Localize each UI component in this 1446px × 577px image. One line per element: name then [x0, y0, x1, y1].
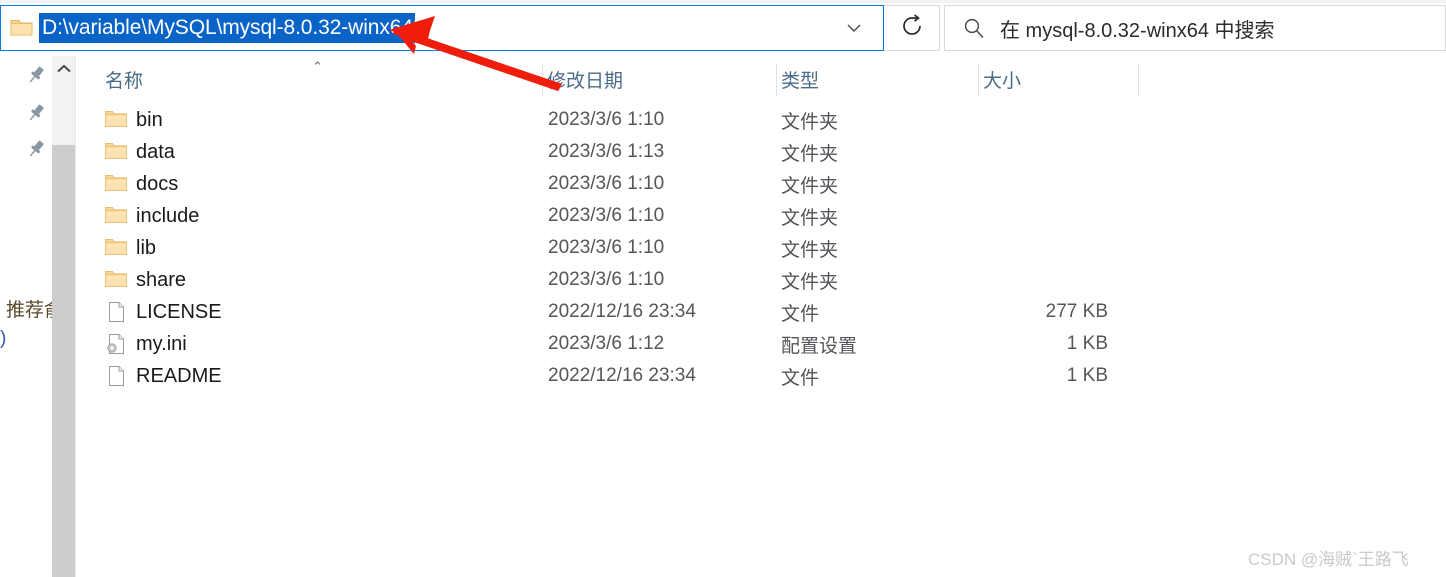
address-bar[interactable]: D:\variable\MySQL\mysql-8.0.32-winx64 — [0, 5, 884, 51]
table-row[interactable]: lib 2023/3/6 1:10 文件夹 — [76, 232, 1446, 264]
file-size-cell — [926, 232, 1108, 264]
file-size-cell — [926, 136, 1108, 168]
file-type-cell: 配置设置 — [781, 335, 858, 357]
watermark-text: CSDN @海贼`王路飞 — [1248, 550, 1409, 569]
folder-icon — [105, 205, 127, 227]
file-icon — [105, 301, 127, 323]
navigation-scrollbar[interactable] — [52, 56, 75, 577]
search-placeholder-text: 在 mysql-8.0.32-winx64 中搜索 — [1000, 19, 1275, 42]
toolbar-divider — [0, 0, 1446, 3]
table-row[interactable]: data 2023/3/6 1:13 文件夹 — [76, 136, 1446, 168]
file-name-cell[interactable]: bin — [136, 104, 163, 136]
folder-icon — [105, 237, 127, 259]
file-name-cell[interactable]: include — [136, 200, 199, 232]
file-size-cell — [926, 104, 1108, 136]
file-type-cell: 文件 — [781, 367, 820, 389]
scrollbar-thumb[interactable] — [52, 145, 75, 577]
table-row[interactable]: README 2022/12/16 23:34 文件 1 KB — [76, 360, 1446, 392]
navigation-pane-clipped: 推荐俞 ) — [0, 56, 63, 577]
column-header-size[interactable]: 大小 — [983, 56, 1021, 102]
chevron-up-icon[interactable] — [52, 56, 75, 82]
folder-icon — [105, 141, 127, 163]
file-name-cell[interactable]: lib — [136, 232, 156, 264]
table-row[interactable]: docs 2023/3/6 1:10 文件夹 — [76, 168, 1446, 200]
text-cursor — [413, 20, 415, 46]
table-row[interactable]: bin 2023/3/6 1:10 文件夹 — [76, 104, 1446, 136]
file-date-cell: 2023/3/6 1:12 — [548, 333, 665, 354]
config-file-icon — [105, 333, 127, 355]
file-type-cell: 文件夹 — [781, 175, 839, 197]
file-date-cell: 2023/3/6 1:10 — [548, 205, 665, 226]
file-size-cell: 1 KB — [1066, 365, 1108, 386]
search-icon — [962, 16, 986, 40]
table-row[interactable]: my.ini 2023/3/6 1:12 配置设置 1 KB — [76, 328, 1446, 360]
file-size-cell: 277 KB — [1045, 301, 1108, 322]
column-header-name[interactable]: 名称 — [105, 56, 143, 102]
column-header-type[interactable]: 类型 — [781, 56, 819, 102]
column-header-date-modified[interactable]: 修改日期 — [547, 56, 623, 102]
pin-icon[interactable] — [25, 102, 47, 124]
column-divider[interactable] — [978, 64, 979, 96]
file-type-cell: 文件夹 — [781, 111, 839, 133]
pin-icon[interactable] — [25, 138, 47, 160]
clipped-nav-label-2: ) — [0, 328, 7, 349]
file-date-cell: 2023/3/6 1:13 — [548, 141, 665, 162]
file-type-cell: 文件夹 — [781, 143, 839, 165]
folder-icon — [105, 173, 127, 195]
file-type-cell: 文件夹 — [781, 207, 839, 229]
folder-icon — [105, 109, 127, 131]
column-divider[interactable] — [542, 64, 543, 96]
file-type-cell: 文件夹 — [781, 271, 839, 293]
table-row[interactable]: share 2023/3/6 1:10 文件夹 — [76, 264, 1446, 296]
file-size-cell — [926, 200, 1108, 232]
file-size-cell — [926, 168, 1108, 200]
pin-icon[interactable] — [25, 64, 47, 86]
folder-icon — [105, 269, 127, 291]
file-date-cell: 2023/3/6 1:10 — [548, 269, 665, 290]
table-row[interactable]: include 2023/3/6 1:10 文件夹 — [76, 200, 1446, 232]
file-date-cell: 2023/3/6 1:10 — [548, 173, 665, 194]
column-divider[interactable] — [1138, 64, 1139, 96]
file-rows: bin 2023/3/6 1:10 文件夹 data 2023/3/6 1:13 文件夹 d… — [76, 102, 1446, 577]
file-name-cell[interactable]: share — [136, 264, 186, 296]
column-divider[interactable] — [776, 64, 777, 96]
file-date-cell: 2023/3/6 1:10 — [548, 109, 665, 130]
file-size-cell: 1 KB — [1066, 333, 1108, 354]
explorer-toolbar: D:\variable\MySQL\mysql-8.0.32-winx64 在 … — [0, 0, 1446, 56]
file-date-cell: 2022/12/16 23:34 — [548, 301, 696, 322]
file-date-cell: 2023/3/6 1:10 — [548, 237, 665, 258]
file-name-cell[interactable]: my.ini — [136, 328, 187, 360]
file-name-cell[interactable]: LICENSE — [136, 296, 222, 328]
file-list-pane: 名称 ⌃ 修改日期 类型 大小 bin 2023/3/6 1:10 文件夹 data 2… — [76, 56, 1446, 577]
file-name-cell[interactable]: docs — [136, 168, 178, 200]
file-icon — [105, 365, 127, 387]
table-row[interactable]: LICENSE 2022/12/16 23:34 文件 277 KB — [76, 296, 1446, 328]
file-date-cell: 2022/12/16 23:34 — [548, 365, 696, 386]
column-header-row: 名称 ⌃ 修改日期 类型 大小 — [76, 56, 1446, 102]
file-name-cell[interactable]: data — [136, 136, 175, 168]
refresh-icon — [900, 13, 924, 43]
folder-icon — [6, 18, 38, 38]
file-type-cell: 文件夹 — [781, 239, 839, 261]
sort-ascending-icon: ⌃ — [312, 59, 323, 74]
chevron-down-icon[interactable] — [825, 6, 883, 50]
address-path-text[interactable]: D:\variable\MySQL\mysql-8.0.32-winx64 — [39, 13, 415, 43]
refresh-button[interactable] — [884, 5, 940, 51]
search-input[interactable]: 在 mysql-8.0.32-winx64 中搜索 — [944, 5, 1446, 51]
file-size-cell — [926, 264, 1108, 296]
file-type-cell: 文件 — [781, 303, 820, 325]
file-name-cell[interactable]: README — [136, 360, 222, 392]
